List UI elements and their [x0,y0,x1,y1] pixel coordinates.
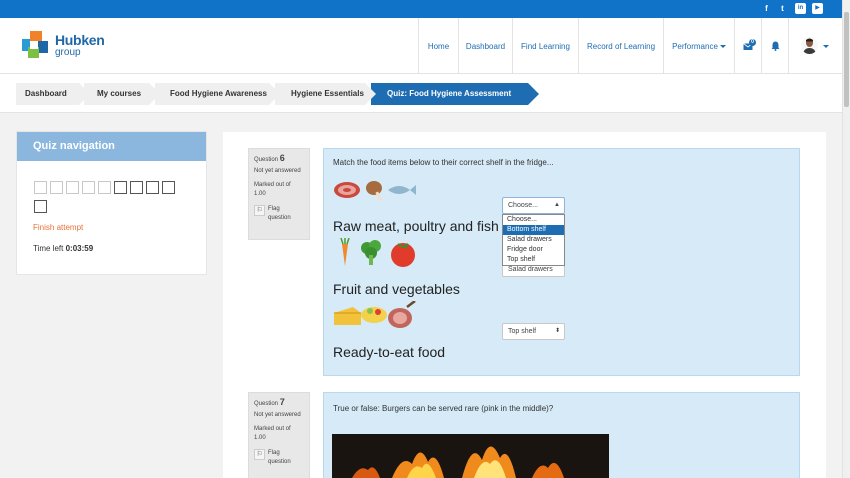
dropdown-option-top-shelf[interactable]: Top shelf [503,255,564,265]
quiz-nav-question-4[interactable] [82,181,95,194]
quiz-nav-question-2[interactable] [50,181,63,194]
ready-to-eat-icons [334,301,416,328]
time-left: Time left 0:03:59 [33,244,93,253]
fruit-vegetable-icons [340,238,415,267]
flag-icon: ⚐ [254,205,265,216]
logo-text: Hubken [55,32,105,48]
finish-attempt-link[interactable]: Finish attempt [33,223,83,232]
quiz-nav-question-5[interactable] [98,181,111,194]
question-7-info: Question 7 Not yet answered Marked out o… [248,392,310,478]
nav-dashboard[interactable]: Dashboard [458,18,512,74]
raw-meat-shelf-select[interactable]: Choose... ▲ [502,197,565,214]
question-7-flag-label: Flag question [268,450,291,465]
dropdown-option-fridge-door[interactable]: Fridge door [503,245,564,255]
dropdown-option-salad-drawers[interactable]: Salad drawers [503,235,564,245]
quiz-navigation-panel: Quiz navigation Finish attempt Time left… [16,131,207,275]
social-bar: f t in ▶ [0,0,842,18]
quiz-nav-question-10[interactable] [34,200,47,213]
nav-performance[interactable]: Performance [663,18,734,74]
user-menu-chevron-icon [823,45,829,48]
dropdown-option-choose[interactable]: Choose... [503,215,564,225]
select-arrows-icon: ▲ [554,202,560,208]
question-7-number: Question 7 [254,397,285,408]
time-left-label: Time left [33,244,64,253]
breadcrumb-section[interactable]: Hygiene Essentials [275,83,376,105]
notifications-button[interactable] [761,18,788,74]
question-6-marks: Marked out of 1.00 [254,182,291,197]
chevron-down-icon [719,44,726,48]
breadcrumb-course[interactable]: Food Hygiene Awareness [155,83,280,105]
messages-count-badge: 0 [749,39,756,46]
breadcrumb-my-courses[interactable]: My courses [84,83,160,105]
raw-meat-icons [334,181,416,201]
ready-to-eat-shelf-select[interactable]: Top shelf ⬍ [502,323,565,340]
quiz-nav-question-6[interactable] [114,181,127,194]
flag-icon: ⚐ [254,449,265,460]
item-ready-to-eat-label: Ready-to-eat food [333,344,446,360]
hubken-logo[interactable]: Hubken group [22,31,112,63]
messages-button[interactable] [734,18,761,74]
select-arrows-icon: ⬍ [554,328,560,334]
user-avatar-icon [803,38,816,54]
breadcrumb-dashboard[interactable]: Dashboard [16,83,90,105]
bell-icon [771,41,779,51]
page-scrollbar[interactable] [842,0,850,478]
question-6-flag-label: Flag question [268,206,291,221]
quiz-nav-question-3[interactable] [66,181,79,194]
shelf-dropdown-list[interactable]: Choose... Bottom shelf Salad drawers Fri… [502,214,565,266]
question-6-flag[interactable]: ⚐ Flag question [254,205,304,223]
scrollbar-thumb[interactable] [844,12,849,107]
question-6-number: Question 6 [254,153,285,164]
fruit-veg-shelf-select-value: Salad drawers [508,266,553,273]
question-7-status: Not yet answered [254,412,301,418]
time-left-value: 0:03:59 [65,244,94,253]
nav-record-of-learning[interactable]: Record of Learning [578,18,663,74]
youtube-icon[interactable]: ▶ [812,3,823,14]
logo-subtext: group [55,47,81,58]
question-6-text: Match the food items below to their corr… [333,158,554,167]
site-header: Hubken group Home Dashboard Find Learnin… [0,18,842,74]
nav-home[interactable]: Home [418,18,458,74]
linkedin-icon[interactable]: in [795,3,806,14]
breadcrumb-current-quiz: Quiz: Food Hygiene Assessment [371,83,539,105]
question-6-status: Not yet answered [254,168,301,174]
quiz-nav-question-7[interactable] [130,181,143,194]
grill-fire-image [332,434,609,478]
item-fruit-veg-label: Fruit and vegetables [333,281,460,297]
question-7-marks: Marked out of 1.00 [254,426,291,441]
logo-mark-icon [22,31,50,59]
facebook-icon[interactable]: f [761,3,772,14]
item-raw-meat-label: Raw meat, poultry and fish [333,218,499,234]
question-7-flag[interactable]: ⚐ Flag question [254,449,304,467]
breadcrumb: Dashboard My courses Food Hygiene Awaren… [0,74,842,113]
quiz-nav-question-9[interactable] [162,181,175,194]
avatar[interactable] [801,37,818,54]
question-7-text: True or false: Burgers can be served rar… [333,404,554,413]
quiz-nav-question-8[interactable] [146,181,159,194]
raw-meat-shelf-select-value: Choose... [508,202,538,209]
twitter-icon[interactable]: t [777,3,788,14]
burger-grill-image [332,434,609,478]
dropdown-option-bottom-shelf[interactable]: Bottom shelf [503,225,564,235]
question-6-info: Question 6 Not yet answered Marked out o… [248,148,310,240]
nav-performance-label: Performance [672,41,718,51]
nav-find-learning[interactable]: Find Learning [512,18,578,74]
ready-to-eat-shelf-select-value: Top shelf [508,328,537,335]
quiz-nav-question-1[interactable] [34,181,47,194]
quiz-navigation-title: Quiz navigation [17,132,206,161]
